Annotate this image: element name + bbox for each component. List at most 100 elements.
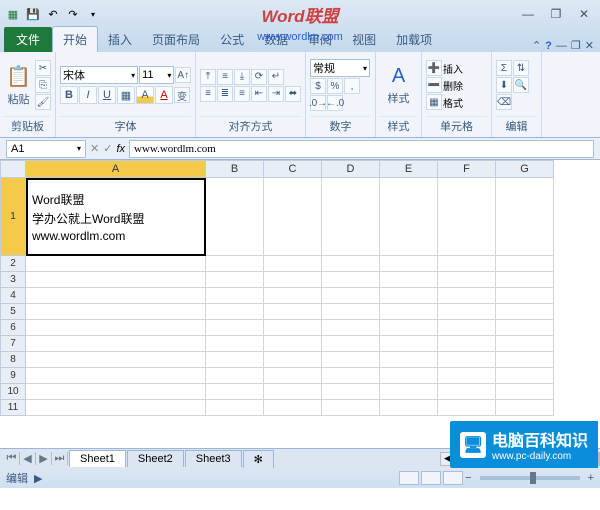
cell[interactable] — [438, 256, 496, 272]
cell[interactable] — [438, 384, 496, 400]
align-bottom-icon[interactable]: ⤓ — [234, 69, 250, 85]
cell[interactable] — [322, 368, 380, 384]
enter-icon[interactable]: ✓ — [103, 142, 112, 155]
first-sheet-icon[interactable]: ⏮ — [4, 452, 20, 465]
number-format-combo[interactable]: 常规▾ — [310, 59, 370, 77]
format-cells-icon[interactable]: ▦ — [426, 94, 442, 110]
cell-a1[interactable]: Word联盟学办公就上Word联盟www.wordlm.com — [26, 178, 206, 256]
cell[interactable] — [206, 320, 264, 336]
restore-icon[interactable]: ❐ — [544, 6, 568, 22]
cell[interactable] — [264, 272, 322, 288]
page-layout-view-icon[interactable] — [421, 471, 441, 485]
row-header[interactable]: 11 — [0, 400, 26, 416]
cell[interactable] — [264, 320, 322, 336]
save-icon[interactable]: 💾 — [24, 5, 42, 23]
cell[interactable] — [496, 288, 554, 304]
cell[interactable] — [26, 400, 206, 416]
increase-decimal-icon[interactable]: .0→ — [310, 95, 326, 111]
fx-icon[interactable]: fx — [116, 143, 125, 155]
row-header[interactable]: 6 — [0, 320, 26, 336]
grow-font-icon[interactable]: A↑ — [175, 67, 191, 83]
cell[interactable] — [438, 352, 496, 368]
cell[interactable] — [264, 384, 322, 400]
cell[interactable] — [496, 368, 554, 384]
cell[interactable] — [264, 336, 322, 352]
row-header[interactable]: 4 — [0, 288, 26, 304]
styles-button[interactable]: A 样式 — [380, 54, 417, 116]
fill-color-icon[interactable]: A — [136, 86, 154, 104]
cell[interactable] — [264, 352, 322, 368]
mdi-close-icon[interactable]: ✕ — [585, 39, 594, 52]
minimize-icon[interactable]: — — [516, 6, 540, 22]
row-header[interactable]: 7 — [0, 336, 26, 352]
cell[interactable] — [496, 352, 554, 368]
undo-icon[interactable]: ↶ — [44, 5, 62, 23]
select-all-corner[interactable] — [0, 160, 26, 178]
cell[interactable] — [322, 272, 380, 288]
font-color-icon[interactable]: A — [155, 86, 173, 104]
mdi-restore-icon[interactable]: ❐ — [571, 39, 581, 52]
insert-cells-button[interactable]: 插入 — [443, 61, 463, 76]
cell[interactable] — [380, 178, 438, 256]
cell[interactable] — [26, 288, 206, 304]
clear-icon[interactable]: ⌫ — [496, 94, 512, 110]
tab-view[interactable]: 视图 — [342, 27, 386, 52]
cell[interactable] — [26, 256, 206, 272]
zoom-slider[interactable] — [480, 476, 580, 480]
phonetic-icon[interactable]: 变 — [174, 87, 190, 103]
cell[interactable] — [380, 336, 438, 352]
cell[interactable] — [322, 288, 380, 304]
wrap-text-icon[interactable]: ↵ — [268, 69, 284, 85]
cell[interactable] — [438, 400, 496, 416]
format-cells-button[interactable]: 格式 — [443, 95, 463, 110]
next-sheet-icon[interactable]: ▶ — [36, 452, 52, 465]
cell[interactable] — [206, 384, 264, 400]
border-icon[interactable]: ▦ — [117, 86, 135, 104]
cell[interactable] — [380, 256, 438, 272]
cell[interactable] — [264, 400, 322, 416]
cell[interactable] — [322, 352, 380, 368]
cell[interactable] — [380, 288, 438, 304]
comma-icon[interactable]: , — [344, 78, 360, 94]
cell[interactable] — [322, 320, 380, 336]
file-tab[interactable]: 文件 — [4, 27, 52, 52]
excel-icon[interactable]: ▦ — [4, 5, 22, 23]
formula-input[interactable] — [129, 140, 594, 158]
col-header[interactable]: F — [438, 160, 496, 178]
macro-icon[interactable]: ▶ — [34, 472, 42, 485]
align-top-icon[interactable]: ⤒ — [200, 69, 216, 85]
tab-formulas[interactable]: 公式 — [210, 27, 254, 52]
last-sheet-icon[interactable]: ⏭ — [52, 452, 68, 465]
cell[interactable] — [26, 320, 206, 336]
italic-button[interactable]: I — [79, 86, 97, 104]
delete-cells-icon[interactable]: ➖ — [426, 77, 442, 93]
cell[interactable] — [322, 256, 380, 272]
cell[interactable] — [206, 178, 264, 256]
merge-icon[interactable]: ⬌ — [285, 86, 301, 102]
row-header[interactable]: 5 — [0, 304, 26, 320]
cell[interactable] — [26, 384, 206, 400]
font-size-combo[interactable]: 11▾ — [139, 66, 174, 84]
cell[interactable] — [496, 320, 554, 336]
col-header[interactable]: B — [206, 160, 264, 178]
insert-cells-icon[interactable]: ➕ — [426, 60, 442, 76]
cell[interactable] — [380, 320, 438, 336]
cell[interactable] — [26, 336, 206, 352]
sheet-tab[interactable]: Sheet1 — [69, 450, 126, 467]
prev-sheet-icon[interactable]: ◀ — [20, 452, 36, 465]
worksheet-grid[interactable]: ABCDEFG1Word联盟学办公就上Word联盟www.wordlm.com2… — [0, 160, 600, 448]
cell[interactable] — [496, 178, 554, 256]
align-middle-icon[interactable]: ≡ — [217, 69, 233, 85]
cell[interactable] — [380, 272, 438, 288]
row-header[interactable]: 9 — [0, 368, 26, 384]
cell[interactable] — [380, 304, 438, 320]
paste-button[interactable]: 📋 粘贴 — [4, 54, 33, 116]
bold-button[interactable]: B — [60, 86, 78, 104]
cell[interactable] — [496, 304, 554, 320]
row-header[interactable]: 10 — [0, 384, 26, 400]
indent-inc-icon[interactable]: ⇥ — [268, 86, 284, 102]
cell[interactable] — [206, 256, 264, 272]
cell[interactable] — [26, 368, 206, 384]
cell[interactable] — [380, 384, 438, 400]
cell[interactable] — [496, 336, 554, 352]
